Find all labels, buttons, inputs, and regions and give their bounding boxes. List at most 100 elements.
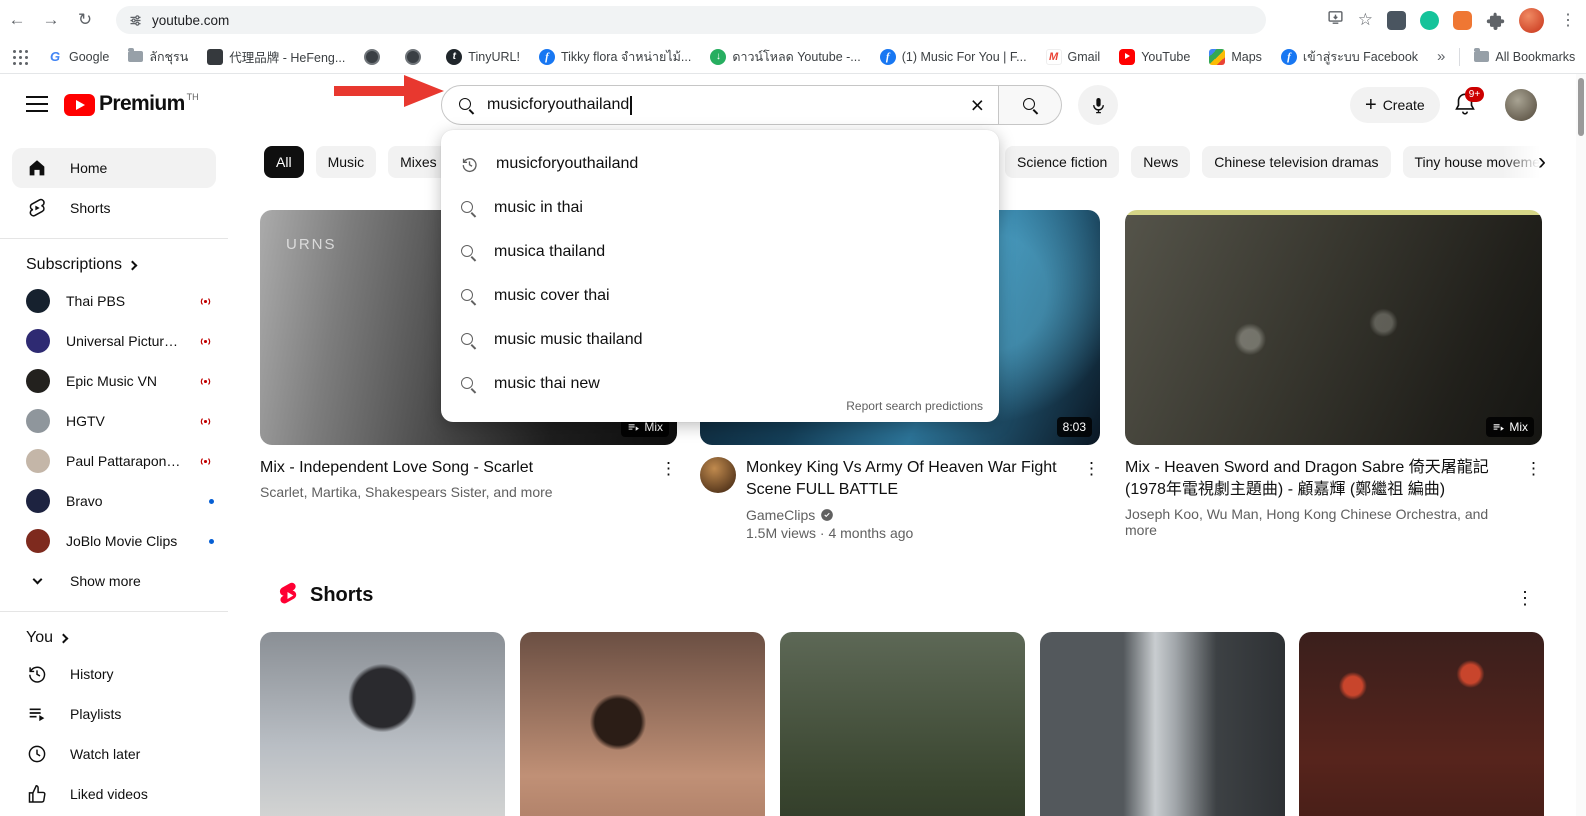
suggestion-item[interactable]: music in thai: [441, 186, 999, 230]
video-meta: 1.5M views · 4 months ago: [746, 525, 1073, 541]
suggestion-item[interactable]: musica thailand: [441, 230, 999, 274]
browser-toolbar: ← → ↻ youtube.com ☆ ⋮: [0, 0, 1586, 40]
sidebar-item-shorts[interactable]: Shorts: [12, 188, 216, 228]
search-input[interactable]: musicforyouthailand ×: [441, 85, 999, 125]
address-bar[interactable]: youtube.com: [116, 6, 1266, 34]
extension-icon-1[interactable]: [1387, 11, 1406, 30]
chip-all[interactable]: All: [264, 146, 304, 178]
sidebar-item-home[interactable]: Home: [12, 148, 216, 188]
bookmark-item[interactable]: [364, 49, 386, 65]
history-icon: [460, 155, 479, 174]
search-button[interactable]: [999, 85, 1062, 125]
bookmarks-separator: [1459, 48, 1460, 66]
bookmark-item[interactable]: Gmail: [1046, 49, 1101, 65]
notifications-button[interactable]: 9+: [1452, 91, 1480, 119]
you-header[interactable]: You: [0, 622, 228, 654]
reload-icon[interactable]: ↻: [68, 10, 102, 30]
extension-grammarly-icon[interactable]: [1420, 11, 1439, 30]
voice-search-button[interactable]: [1078, 85, 1118, 125]
account-avatar[interactable]: [1505, 89, 1537, 121]
subscription-channel[interactable]: Bravo: [0, 481, 228, 521]
bookmarks-overflow-icon[interactable]: »: [1437, 48, 1445, 65]
shorts-thumbnail[interactable]: [780, 632, 1025, 816]
subscription-channel[interactable]: Thai PBS: [0, 281, 228, 321]
mic-icon: [1089, 96, 1108, 115]
bookmark-item[interactable]: ลักชุรน: [128, 47, 188, 67]
bookmark-item[interactable]: ดาวน์โหลด Youtube -...: [710, 47, 860, 67]
bookmark-item[interactable]: 代理品牌 - HeFeng...: [207, 47, 345, 66]
shorts-thumbnail[interactable]: [1040, 632, 1285, 816]
video-title[interactable]: Mix - Independent Love Song - Scarlet: [260, 457, 650, 479]
shorts-icon: [26, 197, 48, 219]
subscription-channel[interactable]: Epic Music VN: [0, 361, 228, 401]
forward-icon[interactable]: →: [34, 10, 68, 30]
hamburger-menu-icon[interactable]: [26, 96, 48, 112]
yt-premium-logo[interactable]: Premium TH: [64, 92, 199, 116]
live-icon: [197, 413, 214, 430]
video-title[interactable]: Mix - Heaven Sword and Dragon Sabre 倚天屠龍…: [1125, 457, 1515, 501]
bookmark-item[interactable]: เข้าสู่ระบบ Facebook: [1281, 47, 1418, 67]
video-thumbnail[interactable]: Mix: [1125, 210, 1542, 445]
channel-avatar[interactable]: [700, 457, 736, 493]
bookmark-item[interactable]: Google: [47, 49, 109, 65]
show-more-button[interactable]: Show more: [12, 561, 216, 601]
scrollbar-thumb[interactable]: [1578, 78, 1584, 136]
subscription-channel[interactable]: Universal Picture...: [0, 321, 228, 361]
sidebar-item-liked-videos[interactable]: Liked videos: [12, 774, 216, 814]
show-more-label: Show more: [70, 573, 141, 589]
subscriptions-header[interactable]: Subscriptions: [0, 249, 228, 281]
bookmark-item[interactable]: Maps: [1209, 49, 1262, 65]
video-channel[interactable]: GameClips: [746, 507, 1073, 523]
bookmark-item[interactable]: YouTube: [1119, 49, 1190, 65]
page-scrollbar[interactable]: [1576, 74, 1586, 816]
shorts-menu-icon[interactable]: ⋮: [1516, 588, 1534, 609]
sidebar-item-watch-later[interactable]: Watch later: [12, 734, 216, 774]
chip-news[interactable]: News: [1131, 146, 1190, 178]
shorts-thumbnail[interactable]: [520, 632, 765, 816]
video-menu-icon[interactable]: ⋮: [1083, 457, 1100, 541]
sidebar-item-playlists[interactable]: Playlists: [12, 694, 216, 734]
apps-grid-icon[interactable]: [12, 49, 28, 65]
chevron-right-icon: [59, 633, 69, 643]
bookmark-item[interactable]: TinyURL!: [446, 49, 520, 65]
extension-icon-2[interactable]: [1453, 11, 1472, 30]
sidebar-item-history[interactable]: History: [12, 654, 216, 694]
yt-logo-text: Premium: [99, 92, 185, 116]
bookmark-item[interactable]: [405, 49, 427, 65]
browser-profile-avatar[interactable]: [1519, 8, 1544, 33]
chip-science-fiction[interactable]: Science fiction: [1005, 146, 1119, 178]
bookmark-item[interactable]: (1) Music For You | F...: [880, 49, 1027, 65]
bookmark-star-icon[interactable]: ☆: [1358, 10, 1373, 30]
video-menu-icon[interactable]: ⋮: [660, 457, 677, 500]
chip-music[interactable]: Music: [316, 146, 377, 178]
live-icon: [197, 333, 214, 350]
suggestion-item[interactable]: musicforyouthailand: [441, 142, 999, 186]
bookmark-item[interactable]: Tikky flora จำหน่ายไม้...: [539, 47, 691, 67]
all-bookmarks-button[interactable]: All Bookmarks: [1474, 50, 1575, 64]
extensions-puzzle-icon[interactable]: [1486, 11, 1505, 30]
chip-chinese-tv-dramas[interactable]: Chinese television dramas: [1202, 146, 1390, 178]
shorts-thumbnail[interactable]: [260, 632, 505, 816]
suggestion-item[interactable]: music music thailand: [441, 318, 999, 362]
subscription-channel[interactable]: HGTV: [0, 401, 228, 441]
chip-mixes[interactable]: Mixes: [388, 146, 449, 178]
channel-name: Bravo: [66, 493, 103, 509]
sidebar: Home Shorts Subscriptions Thai PBS Unive…: [0, 137, 228, 816]
install-app-icon[interactable]: [1327, 9, 1344, 31]
playlists-icon: [26, 703, 48, 725]
video-title[interactable]: Monkey King Vs Army Of Heaven War Fight …: [746, 457, 1073, 501]
suggestion-text: music in thai: [494, 199, 583, 217]
subscription-channel[interactable]: Paul Pattarapon ...: [0, 441, 228, 481]
shorts-section-header: Shorts: [278, 582, 373, 609]
create-button[interactable]: + Create: [1350, 87, 1440, 123]
subscription-channel[interactable]: JoBlo Movie Clips: [0, 521, 228, 561]
video-menu-icon[interactable]: ⋮: [1525, 457, 1542, 538]
chips-scroll-right-icon[interactable]: ›: [1538, 150, 1546, 174]
browser-menu-icon[interactable]: ⋮: [1558, 10, 1578, 30]
back-icon[interactable]: ←: [0, 10, 34, 30]
report-predictions-link[interactable]: Report search predictions: [846, 399, 983, 413]
clear-search-icon[interactable]: ×: [971, 94, 984, 117]
sidebar-label: Watch later: [70, 746, 140, 762]
shorts-thumbnail[interactable]: [1299, 632, 1544, 816]
suggestion-item[interactable]: music cover thai: [441, 274, 999, 318]
